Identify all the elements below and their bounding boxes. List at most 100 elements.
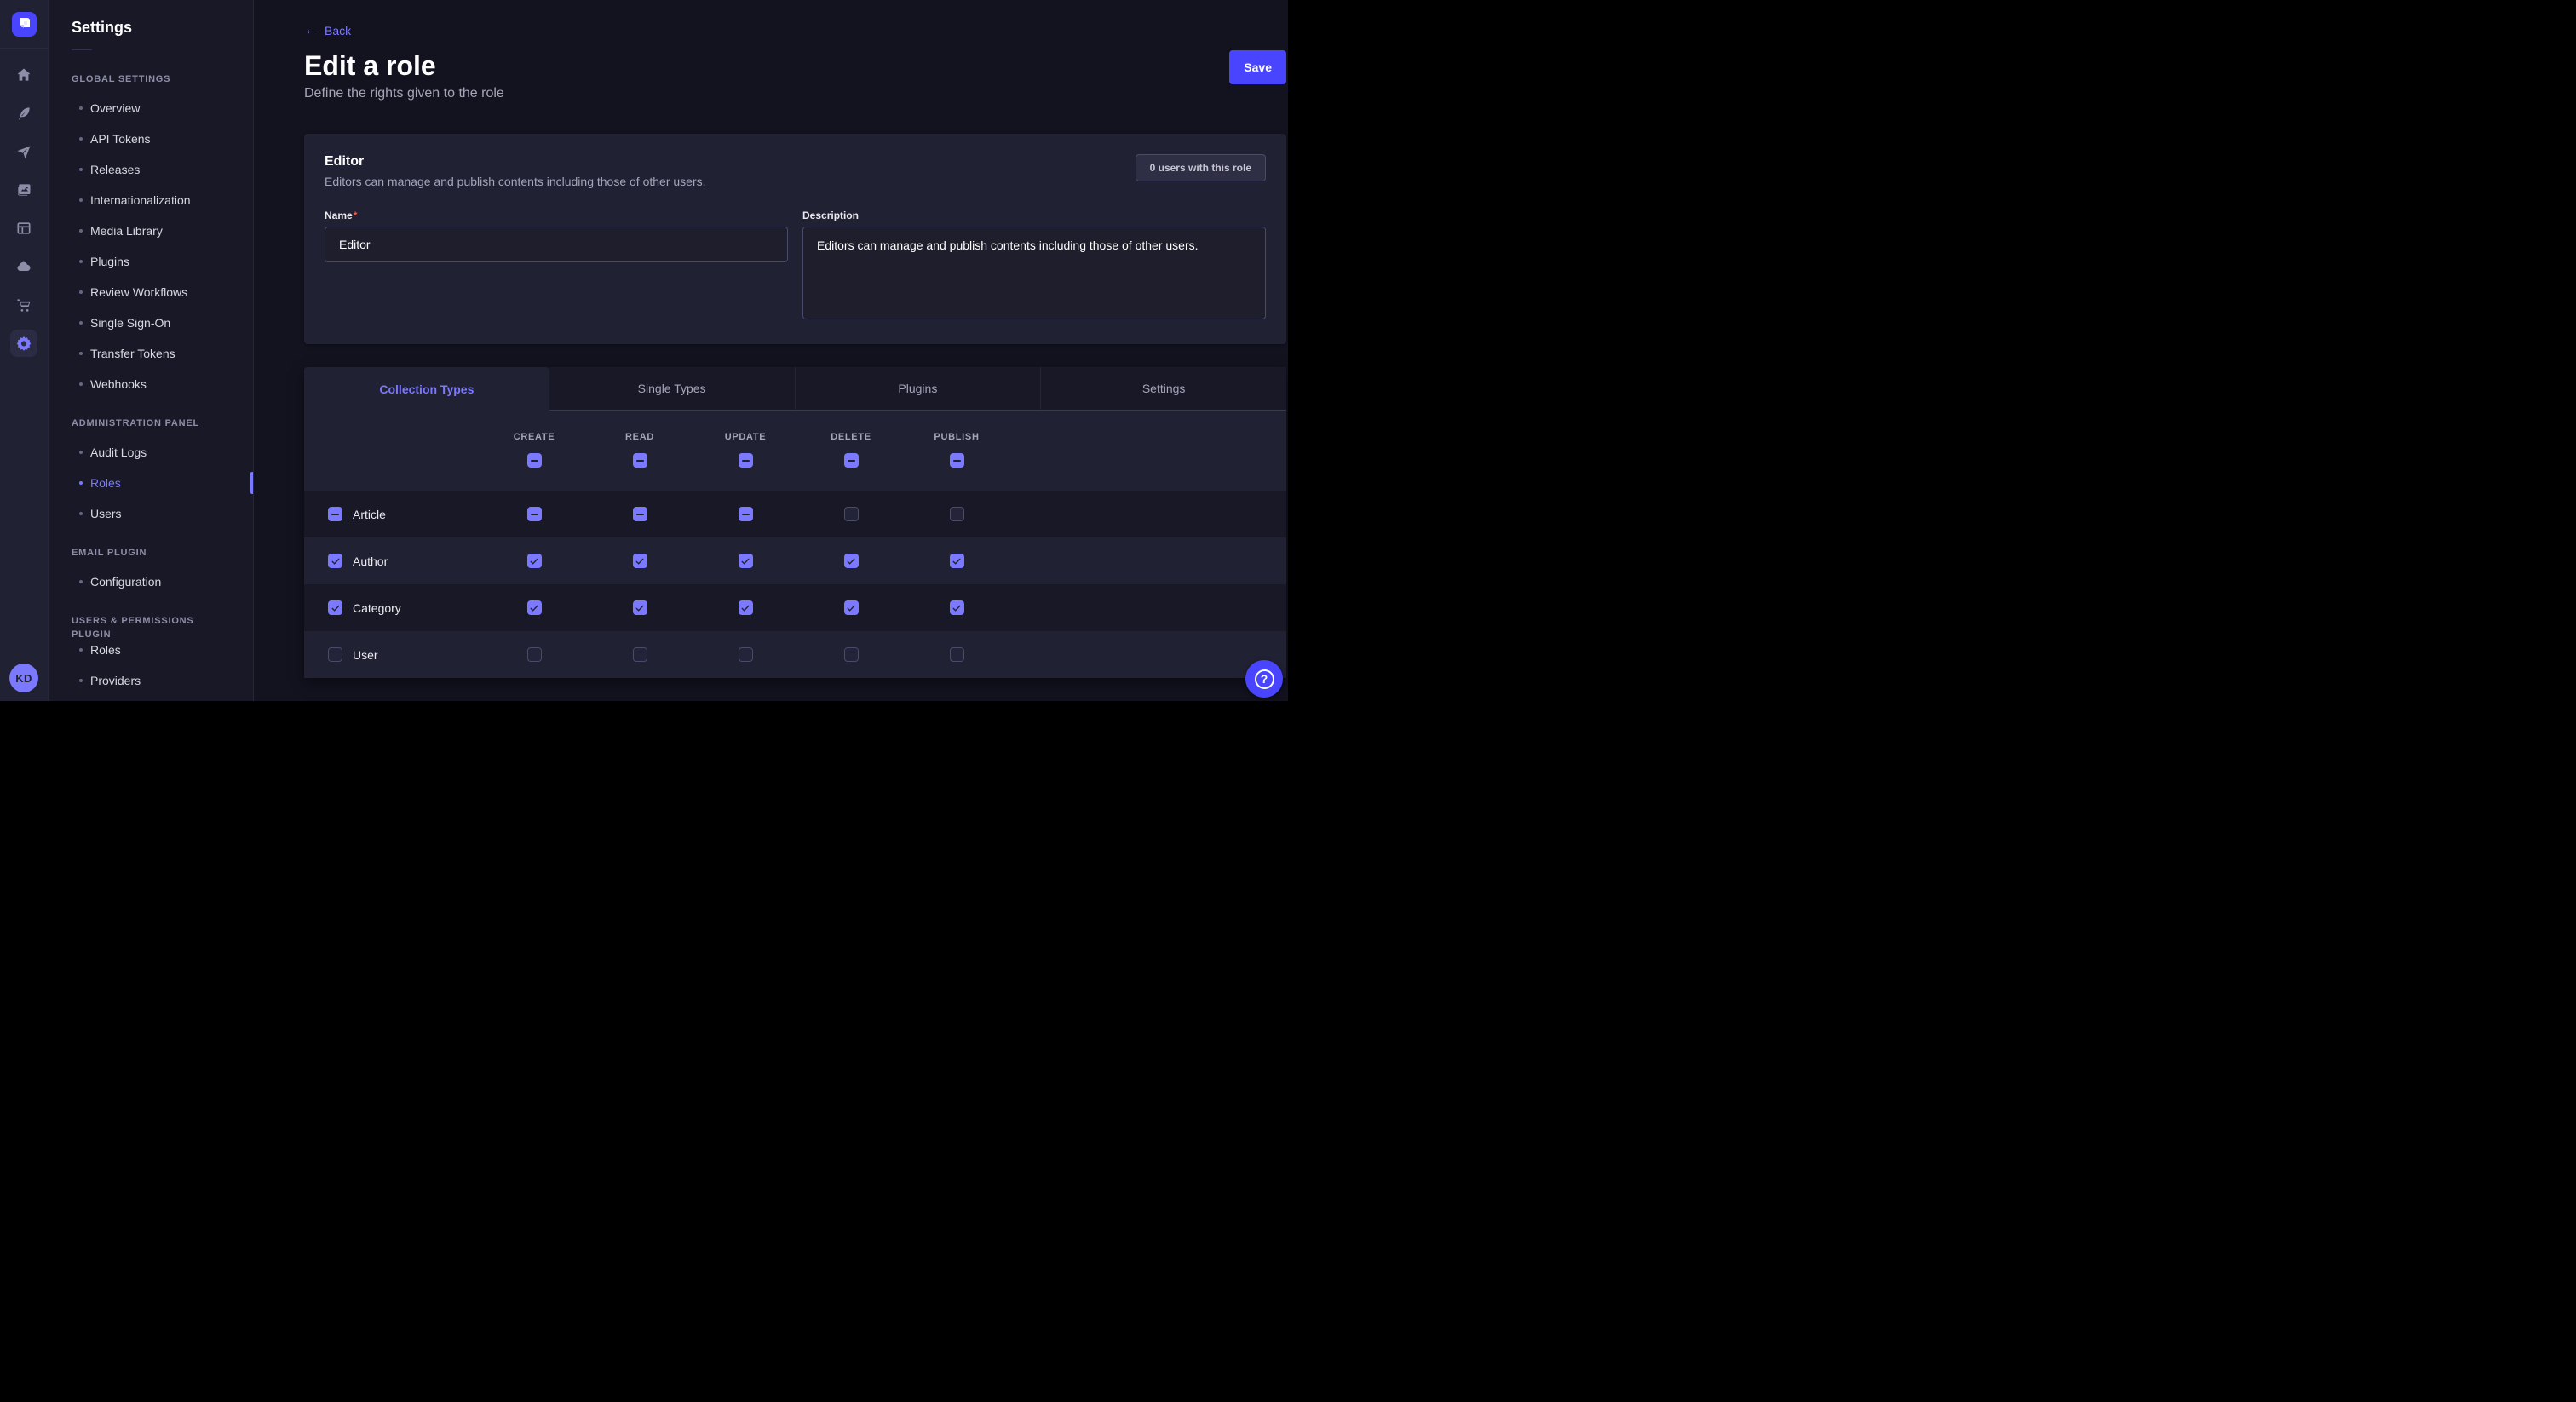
sidebar-item-transfer-tokens[interactable]: Transfer Tokens xyxy=(49,338,253,369)
user-delete-checkbox[interactable] xyxy=(844,647,859,662)
sidebar-item-internationalization[interactable]: Internationalization xyxy=(49,185,253,215)
back-link[interactable]: ← Back xyxy=(304,24,351,37)
cell-author-delete xyxy=(798,554,904,568)
row-article-checkbox[interactable] xyxy=(328,507,342,521)
author-publish-checkbox[interactable] xyxy=(950,554,964,568)
paper-plane-icon[interactable] xyxy=(10,138,37,165)
sidebar-item-single-sign-on[interactable]: Single Sign-On xyxy=(49,307,253,338)
sidebar-item-review-workflows[interactable]: Review Workflows xyxy=(49,277,253,307)
author-update-checkbox[interactable] xyxy=(739,554,753,568)
layout-icon[interactable] xyxy=(10,215,37,242)
description-field-group: Description Editors can manage and publi… xyxy=(802,210,1266,324)
indeterminate-dash-icon xyxy=(848,460,855,462)
strapi-logo-glyph xyxy=(17,17,31,31)
user-avatar[interactable]: KD xyxy=(9,664,38,692)
article-delete-checkbox[interactable] xyxy=(844,507,859,521)
save-button[interactable]: Save xyxy=(1229,50,1286,84)
cloud-icon[interactable] xyxy=(10,253,37,280)
feather-icon[interactable] xyxy=(10,100,37,127)
sidebar-item-webhooks[interactable]: Webhooks xyxy=(49,369,253,399)
sidebar-item-media-library[interactable]: Media Library xyxy=(49,215,253,246)
indeterminate-dash-icon xyxy=(742,514,750,515)
cell-article-read xyxy=(587,507,693,521)
article-publish-checkbox[interactable] xyxy=(950,507,964,521)
sidebar-item-providers[interactable]: Providers xyxy=(49,665,253,696)
workspace-logo-cell[interactable] xyxy=(0,0,48,49)
permissions-table-body: ArticleAuthorCategoryUser xyxy=(304,491,1286,678)
help-button[interactable]: ? xyxy=(1245,660,1283,698)
sidebar-item-label: Roles xyxy=(90,476,121,490)
role-summary-block: Editor Editors can manage and publish co… xyxy=(325,154,706,188)
gear-icon[interactable] xyxy=(10,330,37,357)
sidebar-item-users[interactable]: Users xyxy=(49,498,253,529)
strapi-admin-app: KD Settings GLOBAL SETTINGSOverviewAPI T… xyxy=(0,0,1288,701)
cell-category-read xyxy=(587,600,693,615)
cell-user-delete xyxy=(798,647,904,662)
user-publish-checkbox[interactable] xyxy=(950,647,964,662)
sidebar-item-label: Roles xyxy=(90,643,121,657)
check-icon xyxy=(740,556,750,566)
sidebar-item-audit-logs[interactable]: Audit Logs xyxy=(49,437,253,468)
sidebar-item-roles[interactable]: Roles xyxy=(49,635,253,665)
bullet-icon xyxy=(79,648,83,652)
user-update-checkbox[interactable] xyxy=(739,647,753,662)
sidebar-item-label: Configuration xyxy=(90,575,161,589)
cell-article-publish xyxy=(904,507,1009,521)
category-delete-checkbox[interactable] xyxy=(844,600,859,615)
name-input[interactable] xyxy=(325,227,788,262)
row-user-checkbox[interactable] xyxy=(328,647,342,662)
indeterminate-dash-icon xyxy=(531,514,538,515)
sidebar-item-overview[interactable]: Overview xyxy=(49,93,253,124)
cell-article-update xyxy=(693,507,798,521)
bullet-icon xyxy=(79,321,83,325)
category-read-checkbox[interactable] xyxy=(633,600,647,615)
indeterminate-dash-icon xyxy=(636,514,644,515)
row-category-checkbox[interactable] xyxy=(328,600,342,615)
author-create-checkbox[interactable] xyxy=(527,554,542,568)
category-update-checkbox[interactable] xyxy=(739,600,753,615)
users-with-role-button[interactable]: 0 users with this role xyxy=(1136,154,1266,181)
user-create-checkbox[interactable] xyxy=(527,647,542,662)
category-create-checkbox[interactable] xyxy=(527,600,542,615)
media-library-icon[interactable] xyxy=(10,176,37,204)
bullet-icon xyxy=(79,260,83,263)
select-all-delete-checkbox[interactable] xyxy=(844,453,859,468)
sidebar-item-api-tokens[interactable]: API Tokens xyxy=(49,124,253,154)
sidebar-item-plugins[interactable]: Plugins xyxy=(49,246,253,277)
sidebar-item-configuration[interactable]: Configuration xyxy=(49,566,253,597)
select-all-create-checkbox[interactable] xyxy=(527,453,542,468)
sidebar-item-label: Plugins xyxy=(90,255,129,268)
row-author-checkbox[interactable] xyxy=(328,554,342,568)
permissions-table-header: CREATEREADUPDATEDELETEPUBLISH xyxy=(304,411,1286,491)
sidebar-item-label: Overview xyxy=(90,101,140,115)
article-create-checkbox[interactable] xyxy=(527,507,542,521)
author-delete-checkbox[interactable] xyxy=(844,554,859,568)
tab-collection-types[interactable]: Collection Types xyxy=(304,367,549,411)
author-read-checkbox[interactable] xyxy=(633,554,647,568)
tab-plugins[interactable]: Plugins xyxy=(796,367,1042,411)
check-icon xyxy=(635,603,645,613)
cart-icon[interactable] xyxy=(10,291,37,319)
category-publish-checkbox[interactable] xyxy=(950,600,964,615)
select-all-update-checkbox[interactable] xyxy=(739,453,753,468)
select-all-read-checkbox[interactable] xyxy=(633,453,647,468)
check-icon xyxy=(952,556,962,566)
user-read-checkbox[interactable] xyxy=(633,647,647,662)
tab-settings[interactable]: Settings xyxy=(1041,367,1286,411)
tab-single-types[interactable]: Single Types xyxy=(549,367,796,411)
select-all-publish-checkbox[interactable] xyxy=(950,453,964,468)
description-textarea[interactable]: Editors can manage and publish contents … xyxy=(802,227,1266,319)
article-update-checkbox[interactable] xyxy=(739,507,753,521)
cell-category-create xyxy=(481,600,587,615)
subnav-section-heading: USERS & PERMISSIONS PLUGIN xyxy=(72,614,230,628)
sidebar-item-releases[interactable]: Releases xyxy=(49,154,253,185)
back-arrow-icon: ← xyxy=(304,25,318,37)
sidebar-item-roles[interactable]: Roles xyxy=(49,468,253,498)
sidebar-item-label: Transfer Tokens xyxy=(90,347,175,360)
home-icon[interactable] xyxy=(10,61,37,89)
perm-column-publish: PUBLISH xyxy=(904,411,1009,491)
sidebar-item-label: Audit Logs xyxy=(90,445,147,459)
article-read-checkbox[interactable] xyxy=(633,507,647,521)
check-icon xyxy=(529,603,539,613)
cell-article-delete xyxy=(798,507,904,521)
